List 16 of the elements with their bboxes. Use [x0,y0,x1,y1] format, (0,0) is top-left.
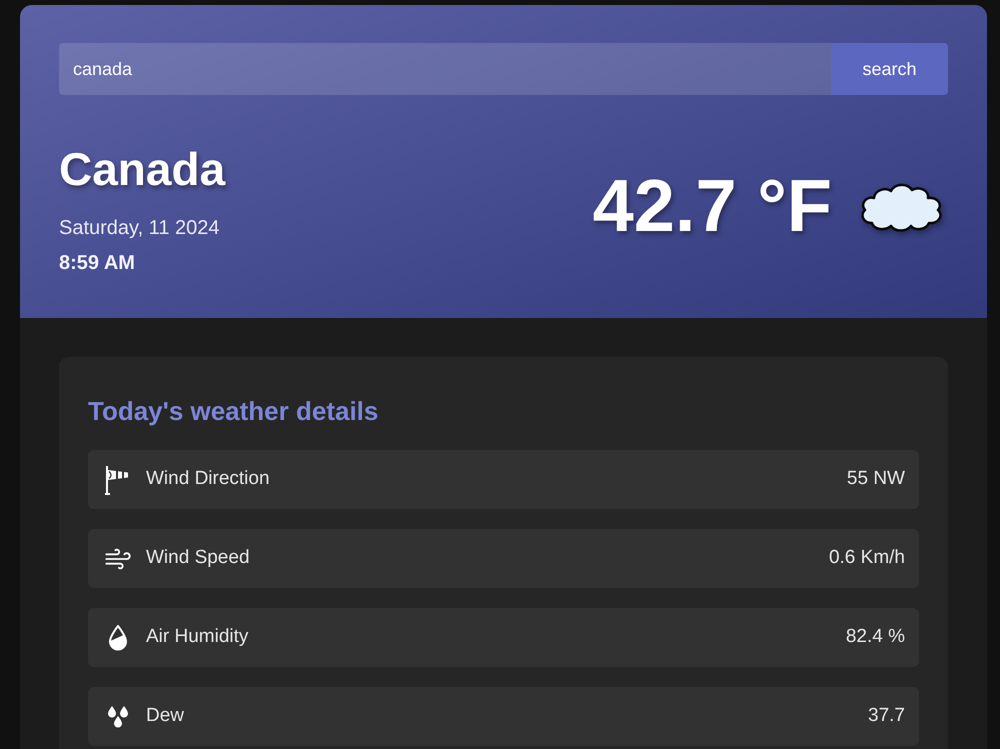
detail-label: Wind Speed [146,546,250,570]
search-button[interactable]: search [831,43,948,95]
detail-value: 55 NW [846,467,905,492]
detail-label: Dew [146,704,184,728]
detail-value: 82.4 % [846,625,905,650]
details-title: Today's weather details [88,395,380,427]
city-name: Canada [59,142,226,197]
time-text: 8:59 AM [59,251,136,276]
detail-label: Wind Direction [146,467,270,492]
detail-value: 0.6 Km/h [828,546,905,570]
water-drops-icon [106,704,130,728]
water-drop-icon [108,624,128,650]
detail-value: 37.7 [868,704,905,728]
detail-label: Air Humidity [146,625,248,650]
temperature-text: 42.7 °F [592,166,832,246]
date-text: Saturday, 11 2024 [59,216,220,241]
